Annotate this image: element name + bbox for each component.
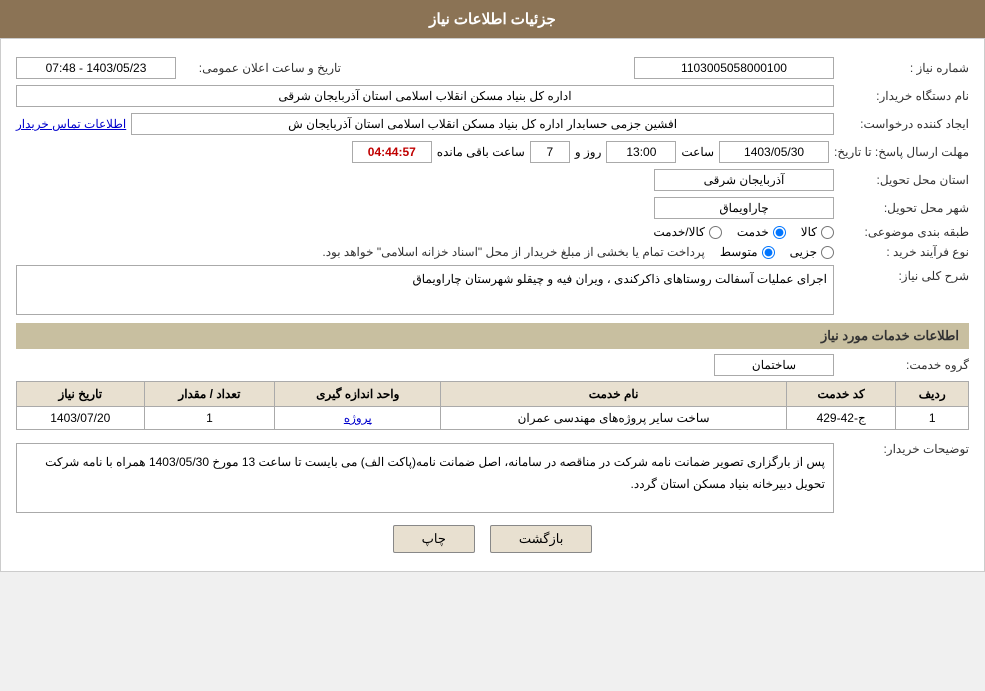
cell-radif: 1	[896, 407, 969, 430]
bazgasht-button[interactable]: بازگشت	[490, 525, 592, 553]
page-header: جزئیات اطلاعات نیاز	[0, 0, 985, 38]
tarix-announced-label: تاریخ و ساعت اعلان عمومی:	[181, 61, 341, 75]
ijad-konande-label: ایجاد کننده درخواست:	[839, 117, 969, 131]
mohlat-roz: 7	[530, 141, 570, 163]
tabaqe-khedmat-label: خدمت	[737, 225, 769, 239]
shahr-label: شهر محل تحویل:	[839, 201, 969, 215]
mohlat-saat-label: ساعت	[681, 145, 714, 159]
mohlat-date: 1403/05/30	[719, 141, 829, 163]
tabaqe-kala[interactable]: کالا	[801, 225, 834, 239]
chap-button[interactable]: چاپ	[393, 525, 475, 553]
noavand-jozii[interactable]: جزیی	[790, 245, 834, 259]
noavand-label: نوع فرآیند خرید :	[839, 245, 969, 259]
col-tarix: تاریخ نیاز	[17, 382, 145, 407]
mohlat-baghimande-value: 04:44:57	[352, 141, 432, 163]
service-section-title: اطلاعات خدمات مورد نیاز	[16, 323, 969, 349]
tarix-announced-value: 1403/05/23 - 07:48	[16, 57, 176, 79]
tawzihat-value: پس از بارگزاری تصویر ضمانت نامه شرکت در …	[16, 443, 834, 513]
cell-tedad: 1	[144, 407, 275, 430]
ostan-value: آذربایجان شرقی	[654, 169, 834, 191]
tawzihat-label: توضیحات خریدار:	[839, 438, 969, 456]
group-service-value: ساختمان	[714, 354, 834, 376]
mohlat-roz-label: روز و	[575, 145, 602, 159]
cell-tarix: 1403/07/20	[17, 407, 145, 430]
tabaqe-kala-khedmat-label: کالا/خدمت	[653, 225, 704, 239]
mohlat-label: مهلت ارسال پاسخ: تا تاریخ:	[834, 145, 969, 159]
noavand-row: جزیی متوسط پرداخت تمام یا بخشی از مبلغ خ…	[322, 245, 834, 259]
nam-dastgah-label: نام دستگاه خریدار:	[839, 89, 969, 103]
group-service-label: گروه خدمت:	[839, 358, 969, 372]
tabaqe-khedmat[interactable]: خدمت	[737, 225, 786, 239]
col-tedad: تعداد / مقدار	[144, 382, 275, 407]
cell-nam: ساخت سایر پروژه‌های مهندسی عمران	[441, 407, 787, 430]
noavand-jozii-label: جزیی	[790, 245, 817, 259]
services-table: ردیف کد خدمت نام خدمت واحد اندازه گیری ت…	[16, 381, 969, 430]
tabaqe-radios: کالا خدمت کالا/خدمت	[653, 225, 834, 239]
cell-vahed[interactable]: پروژه	[275, 407, 441, 430]
col-nam: نام خدمت	[441, 382, 787, 407]
noavand-motovaset[interactable]: متوسط	[720, 245, 775, 259]
table-row: 1 ج-42-429 ساخت سایر پروژه‌های مهندسی عم…	[17, 407, 969, 430]
contact-info-link[interactable]: اطلاعات تماس خریدار	[16, 117, 126, 131]
col-vahed: واحد اندازه گیری	[275, 382, 441, 407]
noavand-desc: پرداخت تمام یا بخشی از مبلغ خریدار از مح…	[322, 245, 705, 259]
shomare-niaz-value: 1103005058000100	[634, 57, 834, 79]
shomare-niaz-label: شماره نیاز :	[839, 61, 969, 75]
shahr-value: چاراویماق	[654, 197, 834, 219]
ijad-konande-value: افشین جزمی حسابدار اداره کل بنیاد مسکن ا…	[131, 113, 834, 135]
tabaqe-kala-khedmat[interactable]: کالا/خدمت	[653, 225, 721, 239]
page-title: جزئیات اطلاعات نیاز	[429, 11, 556, 28]
col-kod: کد خدمت	[786, 382, 895, 407]
mohlat-saat: 13:00	[606, 141, 676, 163]
tabaqe-label: طبقه بندی موضوعی:	[839, 225, 969, 239]
noavand-motovaset-label: متوسط	[720, 245, 758, 259]
col-radif: ردیف	[896, 382, 969, 407]
nam-dastgah-value: اداره کل بنیاد مسکن انقلاب اسلامی استان …	[16, 85, 834, 107]
ostan-label: استان محل تحویل:	[839, 173, 969, 187]
tabaqe-kala-label: کالا	[801, 225, 817, 239]
mohlat-baghimande-label: ساعت باقی مانده	[437, 145, 525, 159]
sharh-label: شرح کلی نیاز:	[839, 265, 969, 283]
cell-kod: ج-42-429	[786, 407, 895, 430]
sharh-value: اجرای عملیات آسفالت روستاهای ذاکرکندی ، …	[16, 265, 834, 315]
